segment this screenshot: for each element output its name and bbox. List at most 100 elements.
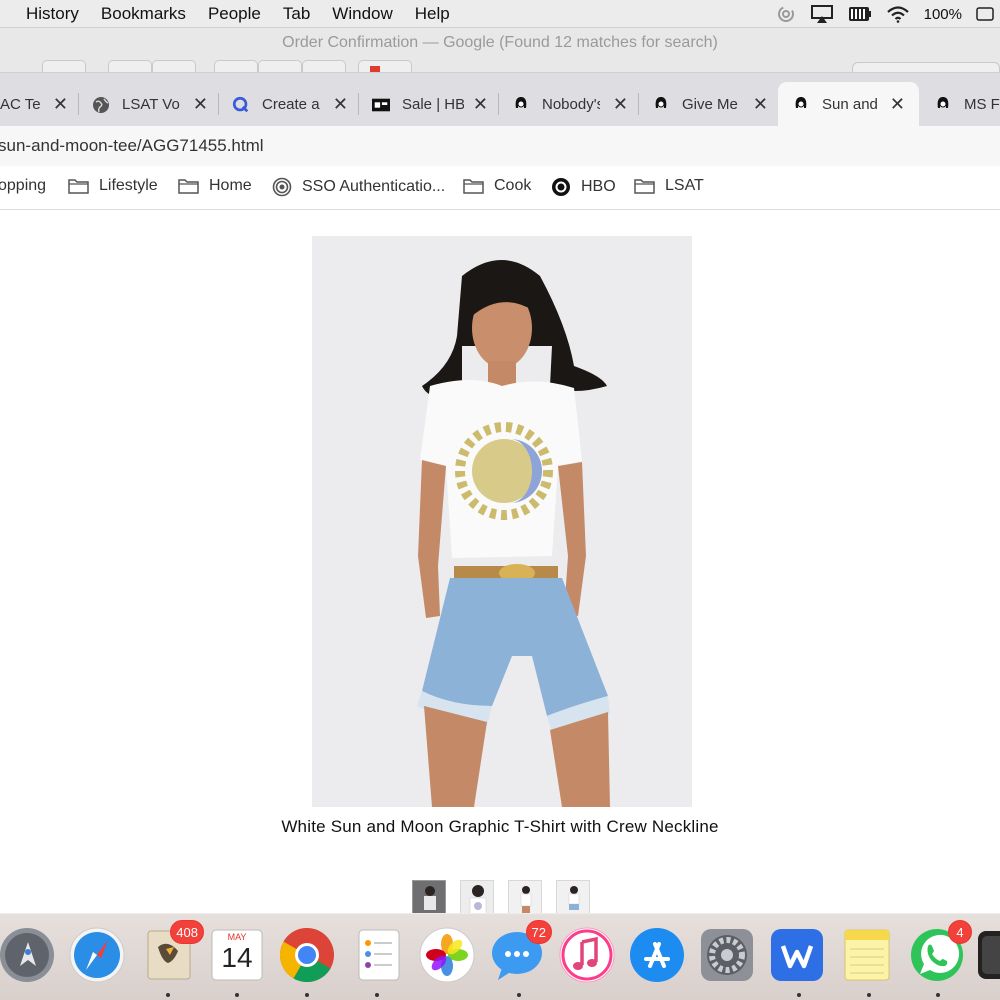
- tab-label: AC Te: [0, 96, 41, 113]
- menu-history[interactable]: History: [26, 4, 79, 24]
- battery-status-icon[interactable]: [848, 5, 872, 23]
- folder-icon: [178, 178, 199, 195]
- menu-bar: History Bookmarks People Tab Window Help…: [0, 0, 1000, 28]
- running-indicator: [375, 993, 379, 997]
- wps-office-icon[interactable]: [768, 926, 826, 984]
- bookmark-sso[interactable]: SSO Authenticatio...: [272, 177, 445, 197]
- close-icon[interactable]: ✕: [53, 94, 68, 115]
- status-area: 100%: [776, 0, 1000, 28]
- product-image[interactable]: [312, 236, 692, 807]
- bookmark-lsat[interactable]: LSAT: [634, 177, 704, 195]
- tab-label: MS Fi: [964, 96, 1000, 113]
- close-icon[interactable]: ✕: [193, 94, 208, 115]
- close-icon[interactable]: ✕: [473, 94, 488, 115]
- mail-badge: 408: [170, 920, 204, 944]
- calendar-icon[interactable]: MAY 14: [208, 926, 266, 984]
- running-indicator: [235, 993, 239, 997]
- music-icon[interactable]: [558, 926, 616, 984]
- hb-icon: [372, 96, 390, 114]
- window-titlebar: Order Confirmation — Google (Found 12 ma…: [0, 28, 1000, 74]
- notes-icon[interactable]: [838, 926, 896, 984]
- menu-people[interactable]: People: [208, 4, 261, 24]
- mail-icon[interactable]: 408: [140, 920, 204, 984]
- globe-icon: [92, 96, 110, 114]
- woman-icon: [792, 96, 810, 114]
- address-bar[interactable]: sun-and-moon-tee/AGG71455.html: [0, 126, 1000, 166]
- bookmark-label: HBO: [581, 178, 616, 195]
- menu-help[interactable]: Help: [415, 4, 450, 24]
- folder-icon: [634, 178, 655, 195]
- tab-divider: [498, 93, 499, 115]
- tab-nobody[interactable]: Nobody's ✕: [512, 82, 638, 127]
- airplay-icon[interactable]: [810, 4, 834, 24]
- bookmark-label: Home: [209, 177, 252, 194]
- tab-divider: [358, 93, 359, 115]
- app-icon[interactable]: [976, 926, 1000, 984]
- whatsapp-badge: 4: [948, 920, 972, 944]
- window-title: Order Confirmation — Google (Found 12 ma…: [282, 34, 718, 51]
- find-toolbar: [42, 60, 412, 74]
- bookmark-lifestyle[interactable]: Lifestyle: [68, 177, 158, 195]
- close-icon[interactable]: ✕: [613, 94, 628, 115]
- bookmark-home[interactable]: Home: [178, 177, 252, 195]
- tab-lsat[interactable]: LSAT Vo ✕: [92, 82, 218, 127]
- tab-strip: AC Te ✕ LSAT Vo ✕ Create a ✕ Sale | HB ✕…: [0, 72, 1000, 127]
- menu-bookmarks[interactable]: Bookmarks: [101, 4, 186, 24]
- battery-percent[interactable]: 100%: [924, 6, 962, 23]
- tab-divider: [638, 93, 639, 115]
- tab-give-me[interactable]: Give Me ✕: [652, 82, 778, 127]
- reminders-icon[interactable]: [350, 926, 408, 984]
- folder-icon: [68, 178, 89, 195]
- hbo-icon: [551, 177, 571, 197]
- calendar-day: 14: [221, 942, 253, 973]
- bookmark-shopping[interactable]: opping: [0, 177, 46, 195]
- tab-label: Give Me: [682, 96, 738, 113]
- running-indicator: [797, 993, 801, 997]
- bookmark-label: Cook: [494, 177, 532, 194]
- running-indicator: [936, 993, 940, 997]
- tab-ms[interactable]: MS Fi: [934, 82, 1000, 127]
- woman-icon: [512, 96, 530, 114]
- bookmark-label: Lifestyle: [99, 177, 158, 194]
- close-icon[interactable]: ✕: [333, 94, 348, 115]
- messages-icon[interactable]: 72: [488, 920, 552, 984]
- tab-ac[interactable]: AC Te ✕: [0, 82, 78, 127]
- close-icon[interactable]: ✕: [753, 94, 768, 115]
- close-icon[interactable]: ✕: [890, 94, 905, 115]
- tab-sun-and-moon[interactable]: Sun and ✕: [778, 82, 919, 127]
- bookmark-label: LSAT: [665, 177, 704, 194]
- bookmark-label: SSO Authenticatio...: [302, 178, 446, 195]
- url-text[interactable]: sun-and-moon-tee/AGG71455.html: [0, 136, 264, 156]
- menu-window[interactable]: Window: [332, 4, 392, 24]
- tab-create[interactable]: Create a ✕: [232, 82, 358, 127]
- running-indicator: [166, 993, 170, 997]
- tab-divider: [218, 93, 219, 115]
- tab-divider: [78, 93, 79, 115]
- system-preferences-icon[interactable]: [698, 926, 756, 984]
- bookmark-hbo[interactable]: HBO: [551, 177, 616, 197]
- menu-tab[interactable]: Tab: [283, 4, 310, 24]
- safari-icon[interactable]: [68, 926, 126, 984]
- launchpad-icon[interactable]: [0, 926, 56, 984]
- folder-icon: [463, 178, 484, 195]
- tab-label: Sale | HB: [402, 96, 464, 113]
- running-indicator: [517, 993, 521, 997]
- tab-label: Sun and: [822, 96, 878, 113]
- messages-badge: 72: [525, 920, 552, 944]
- bookmark-cook[interactable]: Cook: [463, 177, 531, 195]
- wifi-icon[interactable]: [886, 5, 910, 23]
- q-icon: [232, 96, 250, 114]
- battery-icon[interactable]: [976, 7, 994, 21]
- whatsapp-icon[interactable]: 4: [908, 920, 972, 984]
- app-store-icon[interactable]: [628, 926, 686, 984]
- chrome-icon[interactable]: [278, 926, 336, 984]
- dock: 408 MAY 14 72 4: [0, 913, 1000, 1000]
- product-caption: White Sun and Moon Graphic T-Shirt with …: [281, 817, 719, 836]
- running-indicator: [305, 993, 309, 997]
- photos-icon[interactable]: [418, 926, 476, 984]
- tab-label: Create a: [262, 96, 320, 113]
- calendar-month: MAY: [227, 932, 247, 942]
- sync-icon[interactable]: [776, 4, 796, 24]
- running-indicator: [867, 993, 871, 997]
- tab-sale[interactable]: Sale | HB ✕: [372, 82, 498, 127]
